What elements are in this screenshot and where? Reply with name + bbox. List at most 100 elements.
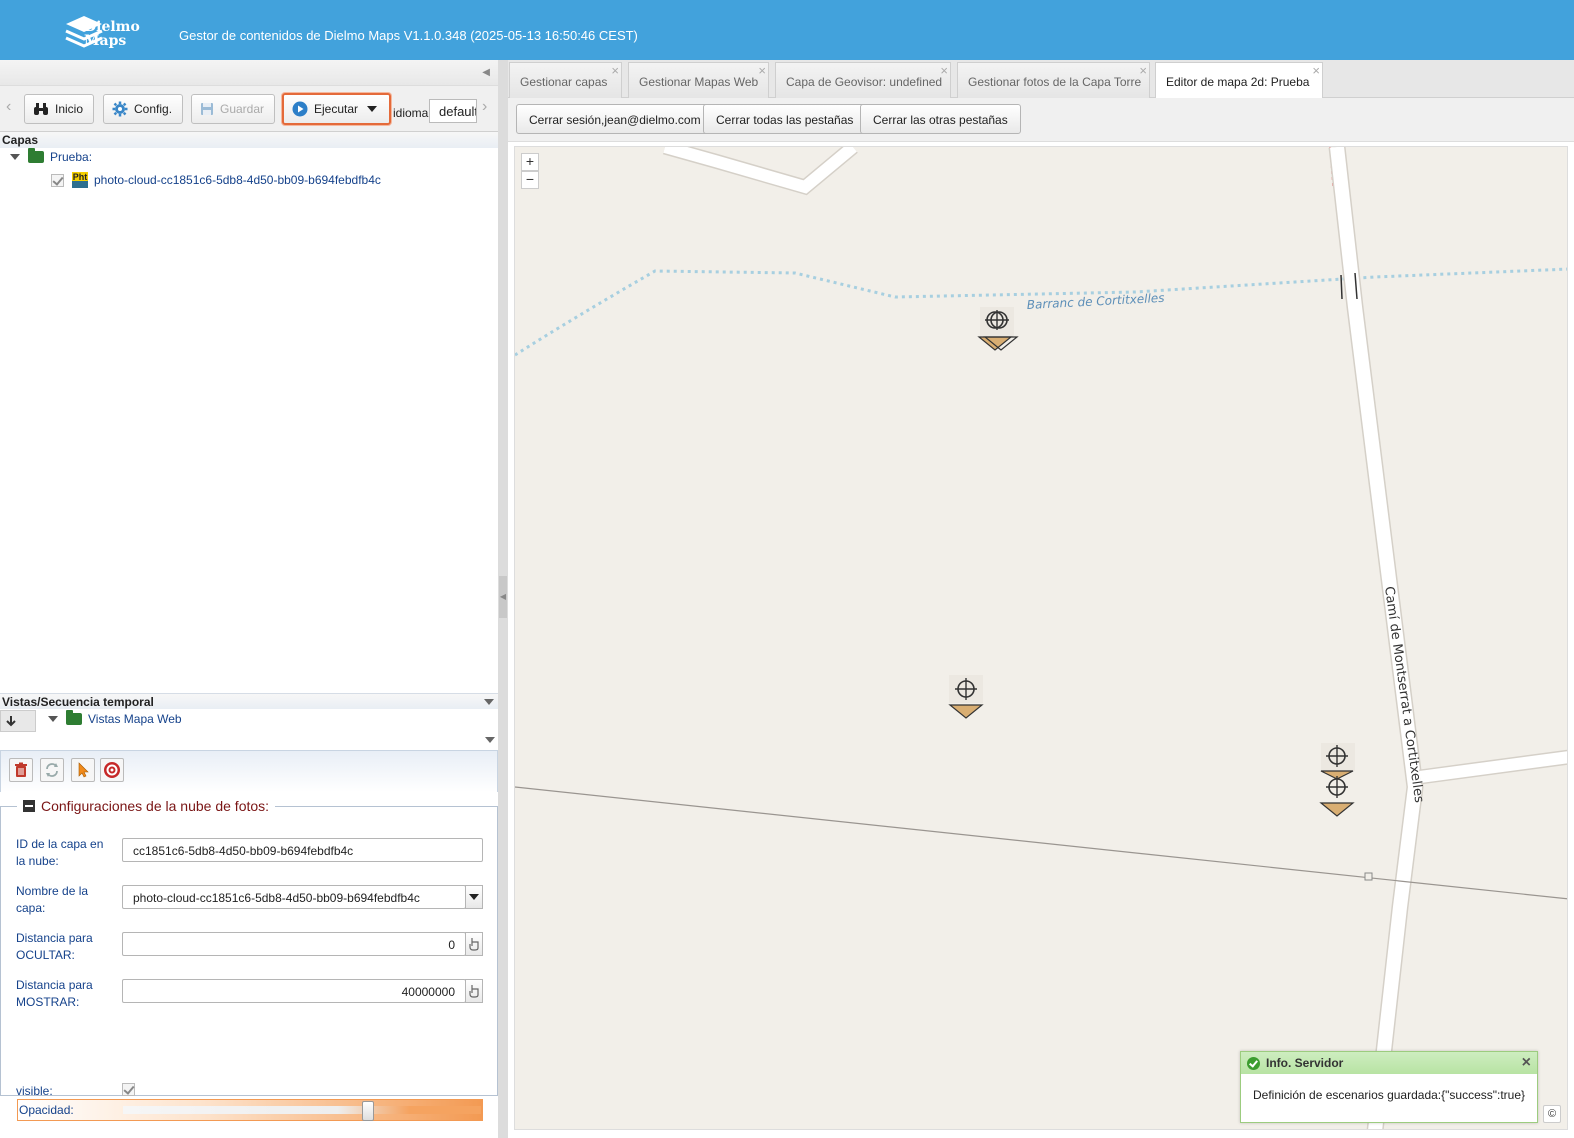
gear-icon <box>112 101 128 117</box>
power-pole <box>1364 872 1373 881</box>
expand-triangle-icon[interactable] <box>10 154 20 160</box>
play-icon <box>292 101 308 117</box>
server-info-toast: Info. Servidor × Definición de escenario… <box>1240 1051 1538 1123</box>
inicio-button[interactable]: Inicio <box>24 94 95 124</box>
tab-capa-geovisor[interactable]: Capa de Geovisor: undefined × <box>775 62 951 98</box>
map-canvas[interactable]: Barranc de Cortitxelles Camí de Montserr… <box>514 146 1568 1130</box>
tree-folder-prueba[interactable]: Prueba: <box>10 148 92 164</box>
cloud-id-input[interactable]: cc1851c6-5db8-4d50-bb09-b694febdfb4c <box>122 838 483 862</box>
opacity-slider-thumb[interactable] <box>361 1101 374 1121</box>
right-panel: Gestionar capas × Gestionar Mapas Web × … <box>508 60 1574 1138</box>
layer-name-dropdown-button[interactable] <box>465 885 483 909</box>
close-all-tabs-button[interactable]: Cerrar todas las pestañas <box>703 104 867 134</box>
config-legend-label: Configuraciones de la nube de fotos: <box>41 798 270 814</box>
hide-distance-picker[interactable] <box>465 932 483 956</box>
photo-marker[interactable] <box>948 675 984 719</box>
close-icon[interactable]: × <box>758 63 766 78</box>
refresh-icon <box>46 763 58 777</box>
close-icon[interactable]: × <box>611 63 619 78</box>
tree-folder-vistas[interactable]: Vistas Mapa Web <box>48 710 182 726</box>
opacity-slider-track[interactable] <box>123 1106 481 1114</box>
layer-name-combo[interactable]: photo-cloud-cc1851c6-5db8-4d50-bb09-b694… <box>122 885 466 909</box>
show-distance-label: Distancia para MOSTRAR: <box>16 978 93 1009</box>
scroll-right-icon[interactable]: › <box>482 98 487 116</box>
success-check-icon <box>1247 1056 1260 1070</box>
splitter-handle-icon[interactable]: ◀ <box>499 576 507 618</box>
main-toolbar: ‹ Inicio Config. Guardar Ejecutar idioma… <box>0 86 498 132</box>
down-arrow-icon <box>6 716 16 727</box>
tab-gestionar-fotos[interactable]: Gestionar fotos de la Capa Torre × <box>957 62 1150 98</box>
tree-layer-photo-cloud[interactable]: Pht photo-cloud-cc1851c6-5db8-4d50-bb09-… <box>51 172 381 188</box>
vistas-tool-button[interactable] <box>0 710 36 732</box>
tab-editor-mapa-2d[interactable]: Editor de mapa 2d: Prueba × <box>1155 62 1323 99</box>
hand-pointer-icon <box>469 938 479 951</box>
layer-name-label: Nombre de la capa: <box>16 884 89 915</box>
target-icon <box>104 762 120 778</box>
expand-triangle-icon[interactable] <box>48 716 58 722</box>
idioma-select[interactable]: default <box>429 99 477 123</box>
photo-layer-icon: Pht <box>72 172 88 188</box>
app-header: Dielmo Maps Gestor de contenidos de Diel… <box>0 0 1574 60</box>
opacity-label: Opacidad: <box>19 1103 74 1117</box>
hide-distance-label: Distancia para OCULTAR: <box>16 931 93 962</box>
show-distance-picker[interactable] <box>465 979 483 1003</box>
config-label: Config. <box>134 102 173 116</box>
zoom-in-button[interactable]: + <box>521 153 539 171</box>
toast-message: Definición de escenarios guardada:{"succ… <box>1253 1088 1526 1102</box>
panel-splitter[interactable]: ◀ <box>498 60 508 1138</box>
tab-actions-bar: Cerrar sesión,jean@dielmo.com Cerrar tod… <box>508 98 1574 142</box>
tab-label: Capa de Geovisor: undefined <box>786 75 943 89</box>
tab-label: Gestionar capas <box>520 75 608 89</box>
tab-gestionar-capas[interactable]: Gestionar capas × <box>509 62 622 98</box>
close-other-tabs-button[interactable]: Cerrar las otras pestañas <box>860 104 1021 134</box>
close-icon[interactable]: × <box>1522 1054 1531 1072</box>
layer-label[interactable]: photo-cloud-cc1851c6-5db8-4d50-bb09-b694… <box>94 173 381 187</box>
panel-collapse-bar[interactable]: ◀ <box>0 60 498 86</box>
road-label: Camí de Montserrat a Cortitxelles <box>1381 585 1426 804</box>
photo-marker[interactable] <box>1319 743 1355 817</box>
tab-label: Gestionar fotos de la Capa Torre <box>968 75 1142 89</box>
binoculars-icon <box>34 103 48 115</box>
refresh-button[interactable] <box>40 758 64 782</box>
folder-icon <box>66 710 82 725</box>
ejecutar-button[interactable]: Ejecutar <box>282 93 392 125</box>
photo-cloud-config-fieldset: Configuraciones de la nube de fotos: ID … <box>0 798 498 1121</box>
delete-button[interactable] <box>9 758 33 782</box>
capas-panel-header: Capas <box>0 132 498 148</box>
vistas-header-label: Vistas/Secuencia temporal <box>2 695 154 709</box>
visible-checkbox[interactable] <box>122 1083 135 1096</box>
layer-visibility-checkbox[interactable] <box>51 173 64 187</box>
scroll-left-icon[interactable]: ‹ <box>6 98 11 116</box>
trash-icon <box>15 762 27 777</box>
logout-button[interactable]: Cerrar sesión,jean@dielmo.com <box>516 104 714 134</box>
target-button[interactable] <box>100 758 124 782</box>
hide-distance-input[interactable]: 0 <box>122 932 466 956</box>
tab-gestionar-mapas-web[interactable]: Gestionar Mapas Web × <box>628 62 769 98</box>
copyright-button[interactable]: © <box>1543 1105 1561 1123</box>
vistas-expand-icon[interactable] <box>485 737 495 743</box>
opacity-slider-row: Opacidad: <box>17 1099 483 1121</box>
visible-label: visible: <box>16 1084 53 1098</box>
photo-marker[interactable] <box>977 307 1019 351</box>
collapse-left-icon[interactable]: ◀ <box>482 67 490 78</box>
close-icon[interactable]: × <box>940 63 948 78</box>
tab-label: Editor de mapa 2d: Prueba <box>1166 75 1310 89</box>
layer-action-bar <box>0 750 498 792</box>
tab-bar: Gestionar capas × Gestionar Mapas Web × … <box>508 60 1574 99</box>
zoom-out-button[interactable]: − <box>521 171 539 189</box>
cloud-id-label: ID de la capa en la nube: <box>16 837 104 868</box>
ejecutar-label: Ejecutar <box>314 102 359 116</box>
close-icon[interactable]: × <box>1312 63 1320 78</box>
close-icon[interactable]: × <box>1139 63 1147 78</box>
guardar-label: Guardar <box>220 102 265 116</box>
stream-label: Barranc de Cortitxelles <box>1026 291 1164 312</box>
collapse-minus-icon[interactable] <box>23 800 35 812</box>
logo-text: Dielmo Maps <box>84 20 140 48</box>
guardar-button[interactable]: Guardar <box>191 94 276 124</box>
dropdown-arrow-icon <box>469 894 479 900</box>
vistas-collapse-icon[interactable] <box>484 699 494 705</box>
show-distance-input[interactable]: 40000000 <box>122 979 466 1003</box>
select-button[interactable] <box>71 758 95 782</box>
config-button[interactable]: Config. <box>103 94 184 124</box>
idioma-label: idioma: <box>393 106 432 120</box>
